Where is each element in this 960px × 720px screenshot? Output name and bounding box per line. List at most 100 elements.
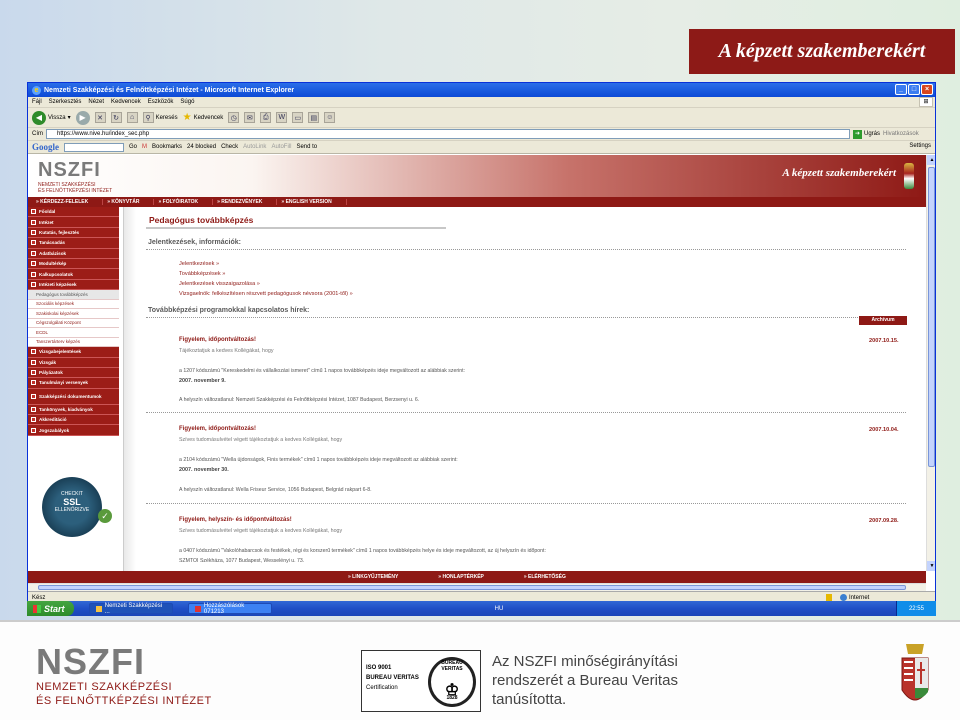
print-icon[interactable]: ⎙ xyxy=(260,112,272,123)
google-search-input[interactable] xyxy=(64,142,124,152)
coat-of-arms-icon xyxy=(904,163,914,189)
go-arrow-icon: ➜ xyxy=(853,129,862,139)
sidebar-item-competitions[interactable]: Tanulmányi versenyek xyxy=(28,378,119,389)
forward-button[interactable]: ▶ xyxy=(75,110,90,125)
bookmarks-button[interactable]: Bookmarks xyxy=(152,144,182,150)
sidebar-sub-vocational[interactable]: Szakiskolai képzések xyxy=(28,309,119,319)
sidebar-sub-business[interactable]: Cégszolgálati Központ xyxy=(28,318,119,329)
link-exam-list[interactable]: Vizsgaelnök: felkészítésen részvett peda… xyxy=(179,291,353,297)
sidebar-item-advice[interactable]: Tanácsadás xyxy=(28,238,119,249)
news-date: 2007.10.04. xyxy=(869,427,899,433)
maximize-button[interactable]: □ xyxy=(908,84,920,95)
news-text: a 2104 kódszámú "Wella újdonságok, Finis… xyxy=(179,457,458,463)
sidebar-item-tenders[interactable]: Pályázatok xyxy=(28,367,119,379)
footer-link-contact[interactable]: ELÉRHETŐSÉG xyxy=(524,574,566,580)
archive-button[interactable]: Archívum xyxy=(859,316,907,325)
popup-blocker[interactable]: 24 blocked xyxy=(187,144,216,150)
nav-events[interactable]: RENDEZVÉNYEK xyxy=(213,199,278,205)
minimize-button[interactable]: _ xyxy=(895,84,907,95)
window-title: Nemzeti Szakképzési és Felnőttképzési In… xyxy=(44,86,295,94)
nav-library[interactable]: KÖNYVTÁR xyxy=(103,199,155,205)
link-trainings[interactable]: Továbbképzések » xyxy=(179,271,225,277)
sidebar-item-exam-notices[interactable]: Vizsgabejelentések xyxy=(28,347,119,358)
sendto-button[interactable]: Send to xyxy=(296,144,317,150)
google-settings-button[interactable]: Settings xyxy=(909,143,931,149)
menu-file[interactable]: Fájl xyxy=(32,99,42,105)
folder-icon[interactable]: ▤ xyxy=(308,112,320,123)
favorites-button[interactable]: ★ Kedvencek xyxy=(183,112,224,123)
scroll-thumb[interactable] xyxy=(928,167,935,467)
nav-journals[interactable]: FOLYÓIRATOK xyxy=(154,199,214,205)
google-go-button[interactable]: Go xyxy=(129,144,137,150)
stop-icon[interactable]: ✕ xyxy=(94,112,106,123)
sidebar-item-research[interactable]: Kutatás, fejlesztés xyxy=(28,227,119,239)
menu-edit[interactable]: Szerkesztés xyxy=(49,99,82,105)
language-indicator[interactable]: HU xyxy=(495,606,504,612)
menu-help[interactable]: Súgó xyxy=(180,99,194,105)
sidebar-item-documents[interactable]: Szakképzési dokumentumok xyxy=(28,388,119,405)
sidebar-item-trainings[interactable]: Intézeti képzések xyxy=(28,279,119,291)
taskbar-item-document[interactable]: Hozzászólások 071213 xyxy=(188,603,272,615)
news-text: a 1207 kódszámú "Kereskedelmi és vállalk… xyxy=(179,368,465,374)
nav-qa[interactable]: KÉRDEZZ-FELELEK xyxy=(32,199,104,205)
start-button[interactable]: Start xyxy=(27,601,74,616)
sidebar-item-exams[interactable]: Vizsgák xyxy=(28,357,119,368)
sidebar-sub-social[interactable]: Szociális képzések xyxy=(28,299,119,310)
menu-favorites[interactable]: Kedvencek xyxy=(111,99,141,105)
menu-view[interactable]: Nézet xyxy=(88,99,104,105)
certification-text: Az NSZFI minőségirányítási rendszerét a … xyxy=(492,653,678,708)
sidebar-item-accreditation[interactable]: Akkreditáció xyxy=(28,415,119,426)
sidebar-item-relations[interactable]: Kalkupcsolatok xyxy=(28,269,119,280)
link-confirmation[interactable]: Jelentkezések visszaigazolása » xyxy=(179,281,260,287)
sidebar-item-home[interactable]: Főoldal xyxy=(28,207,119,218)
sidebar-sub-curriculum[interactable]: Tanszertárterv képzés xyxy=(28,337,119,348)
search-button[interactable]: ⚲ Keresés xyxy=(142,112,178,123)
history-icon[interactable]: ◷ xyxy=(228,112,240,123)
refresh-icon[interactable]: ↻ xyxy=(110,112,122,123)
slide-footer: NSZFI NEMZETI SZAKKÉPZÉSI ÉS FELNŐTTKÉPZ… xyxy=(0,620,960,720)
sidebar-item-institute[interactable]: Intézet xyxy=(28,217,119,228)
links-label[interactable]: Hivatkozások xyxy=(883,131,919,137)
link-applications[interactable]: Jelentkezések » xyxy=(179,261,219,267)
edit-icon[interactable]: W xyxy=(276,112,288,123)
mail-icon[interactable]: ✉ xyxy=(244,112,256,123)
iso-certification-badge: ISO 9001 BUREAU VERITAS Certification BU… xyxy=(361,650,481,712)
nav-english[interactable]: ENGLISH VERSION xyxy=(277,199,347,205)
go-button[interactable]: ➜ Ugrás xyxy=(853,129,880,139)
check-button[interactable]: Check xyxy=(221,144,238,150)
footer-link-links[interactable]: LINKGYŰJTEMÉNY xyxy=(348,574,398,580)
sidebar-sub-ecdl[interactable]: ECDL xyxy=(28,328,119,338)
check-icon: ✓ xyxy=(98,509,112,523)
taskbar-item-browser[interactable]: Nemzeti Szakképzési ... xyxy=(89,603,173,615)
close-button[interactable]: × xyxy=(921,84,933,95)
home-icon[interactable]: ⌂ xyxy=(126,112,138,123)
sidebar-item-databases[interactable]: Adatbázisok xyxy=(28,248,119,259)
site-logo[interactable]: NSZFI NEMZETI SZAKKÉPZÉSI ÉS FELNŐTTKÉPZ… xyxy=(38,159,112,194)
footer-link-sitemap[interactable]: HONLAPTÉRKÉP xyxy=(438,574,483,580)
sidebar-item-legislation[interactable]: Jogszabályok xyxy=(28,425,119,436)
sidebar-item-textbooks[interactable]: Tankönyvek, kiadványok xyxy=(28,404,119,416)
messenger-icon[interactable]: ☺ xyxy=(324,112,336,123)
scroll-down-icon[interactable]: ▼ xyxy=(927,561,935,571)
news-location: A helyszín változatlanul: Wella Friseur … xyxy=(179,487,372,493)
section-heading-news: Továbbképzési programokkal kapcsolatos h… xyxy=(148,307,310,314)
gmail-icon[interactable]: M xyxy=(142,144,147,150)
menu-tools[interactable]: Eszközök xyxy=(148,99,174,105)
vertical-scrollbar[interactable]: ▲ ▼ xyxy=(926,155,935,571)
back-arrow-icon: ◀ xyxy=(32,110,46,125)
autolink-button[interactable]: AutoLink xyxy=(243,144,266,150)
address-input[interactable]: https://www.nive.hu/index_sec.php xyxy=(46,129,850,139)
scroll-up-icon[interactable]: ▲ xyxy=(927,155,935,165)
divider xyxy=(146,317,906,318)
sidebar-item-module-map[interactable]: Modultérkép xyxy=(28,258,119,270)
scroll-thumb[interactable] xyxy=(38,585,906,590)
sidebar-sub-teacher-training[interactable]: Pedagógus továbbképzés xyxy=(28,290,119,300)
back-button[interactable]: ◀ Vissza ▾ xyxy=(32,110,71,125)
horizontal-scrollbar[interactable] xyxy=(28,583,926,591)
autofill-button[interactable]: AutoFill xyxy=(271,144,291,150)
discuss-icon[interactable]: ▭ xyxy=(292,112,304,123)
system-tray-clock[interactable]: 22:55 xyxy=(895,601,936,616)
news-date: 2007.09.28. xyxy=(869,518,899,524)
security-zone: Internet xyxy=(840,594,869,601)
ssl-badge[interactable]: CHECKIT SSL ELLENŐRIZVE xyxy=(42,477,102,537)
